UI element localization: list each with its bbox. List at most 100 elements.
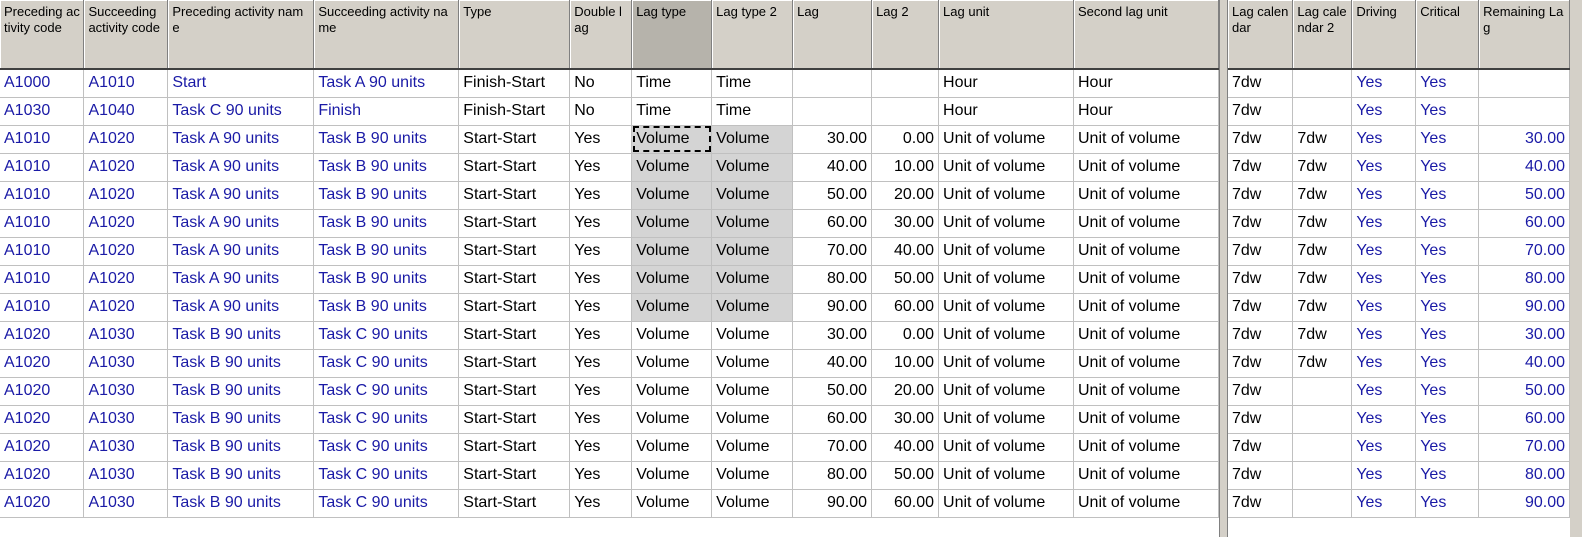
- cell-lag-type[interactable]: Volume: [631, 181, 713, 210]
- cell-double-lag[interactable]: Yes: [569, 293, 633, 322]
- cell-lag-type-2[interactable]: Time: [711, 69, 794, 98]
- table-row[interactable]: A1020 A1030 Task B 90 units Task C 90 units…: [0, 377, 1219, 406]
- cell-type[interactable]: Start-Start: [458, 433, 571, 462]
- cell-critical[interactable]: Yes: [1415, 181, 1480, 210]
- cell-preceding-activity-name[interactable]: Start: [167, 69, 315, 98]
- relationships-grid-right[interactable]: Lag calendar Lag calendar 2 Driving Critica…: [1228, 0, 1570, 537]
- cell-succeeding-activity-code[interactable]: A1020: [83, 237, 169, 266]
- cell-driving[interactable]: Yes: [1351, 97, 1417, 126]
- cell-double-lag[interactable]: Yes: [569, 153, 633, 182]
- cell-critical[interactable]: Yes: [1415, 69, 1480, 98]
- cell-succeeding-activity-name[interactable]: Task B 90 units: [313, 237, 460, 266]
- cell-succeeding-activity-code[interactable]: A1030: [83, 321, 169, 350]
- cell-driving[interactable]: Yes: [1351, 405, 1417, 434]
- cell-lag-2[interactable]: 0.00: [871, 125, 940, 154]
- table-row[interactable]: 7dw Yes Yes 90.00: [1228, 489, 1570, 518]
- table-row[interactable]: 7dw 7dw Yes Yes 80.00: [1228, 265, 1570, 294]
- cell-succeeding-activity-name[interactable]: Task C 90 units: [313, 489, 460, 518]
- cell-lag-2[interactable]: 10.00: [871, 349, 940, 378]
- cell-remaining-lag[interactable]: 60.00: [1478, 405, 1570, 434]
- cell-lag-unit[interactable]: Hour: [938, 69, 1074, 98]
- cell-lag[interactable]: 80.00: [792, 461, 873, 490]
- cell-lag[interactable]: 30.00: [792, 125, 873, 154]
- cell-type[interactable]: Finish-Start: [458, 97, 571, 126]
- cell-succeeding-activity-name[interactable]: Task C 90 units: [313, 405, 460, 434]
- cell-lag-calendar-2[interactable]: [1292, 461, 1353, 490]
- cell-type[interactable]: Start-Start: [458, 125, 571, 154]
- cell-critical[interactable]: Yes: [1415, 489, 1480, 518]
- cell-lag[interactable]: 40.00: [792, 153, 873, 182]
- cell-type[interactable]: Start-Start: [458, 349, 571, 378]
- vertical-scrollbar[interactable]: [1570, 0, 1582, 537]
- cell-lag[interactable]: 60.00: [792, 405, 873, 434]
- cell-lag-type-2[interactable]: Volume: [711, 237, 794, 266]
- cell-driving[interactable]: Yes: [1351, 181, 1417, 210]
- cell-second-lag-unit[interactable]: Unit of volume: [1073, 181, 1219, 210]
- cell-second-lag-unit[interactable]: Unit of volume: [1073, 321, 1219, 350]
- cell-preceding-activity-code[interactable]: A1020: [0, 489, 85, 518]
- cell-succeeding-activity-code[interactable]: A1030: [83, 377, 169, 406]
- cell-preceding-activity-code[interactable]: A1010: [0, 153, 85, 182]
- cell-lag-unit[interactable]: Unit of volume: [938, 405, 1074, 434]
- cell-second-lag-unit[interactable]: Unit of volume: [1073, 237, 1219, 266]
- table-row[interactable]: A1020 A1030 Task B 90 units Task C 90 units…: [0, 461, 1219, 490]
- column-header-lag-type[interactable]: Lag type: [631, 0, 713, 70]
- cell-remaining-lag[interactable]: [1478, 97, 1570, 126]
- cell-lag-calendar-2[interactable]: [1292, 377, 1353, 406]
- cell-succeeding-activity-name[interactable]: Task C 90 units: [313, 461, 460, 490]
- cell-lag[interactable]: [792, 69, 873, 98]
- cell-critical[interactable]: Yes: [1415, 265, 1480, 294]
- cell-lag-type[interactable]: Volume: [631, 265, 713, 294]
- cell-double-lag[interactable]: Yes: [569, 461, 633, 490]
- cell-type[interactable]: Start-Start: [458, 461, 571, 490]
- cell-remaining-lag[interactable]: 30.00: [1478, 125, 1570, 154]
- cell-lag-type-2[interactable]: Volume: [711, 265, 794, 294]
- table-row[interactable]: 7dw 7dw Yes Yes 50.00: [1228, 181, 1570, 210]
- cell-double-lag[interactable]: Yes: [569, 125, 633, 154]
- cell-succeeding-activity-name[interactable]: Task B 90 units: [313, 209, 460, 238]
- cell-lag-2[interactable]: 30.00: [871, 405, 940, 434]
- cell-succeeding-activity-code[interactable]: A1030: [83, 489, 169, 518]
- cell-driving[interactable]: Yes: [1351, 349, 1417, 378]
- cell-lag-calendar-2[interactable]: [1292, 489, 1353, 518]
- table-row[interactable]: A1010 A1020 Task A 90 units Task B 90 units…: [0, 209, 1219, 238]
- cell-succeeding-activity-code[interactable]: A1040: [83, 97, 169, 126]
- column-header-lag-calendar[interactable]: Lag calendar: [1228, 0, 1294, 70]
- cell-remaining-lag[interactable]: 40.00: [1478, 349, 1570, 378]
- cell-succeeding-activity-code[interactable]: A1020: [83, 209, 169, 238]
- cell-lag-calendar[interactable]: 7dw: [1228, 321, 1294, 350]
- cell-lag[interactable]: [792, 97, 873, 126]
- table-row[interactable]: 7dw 7dw Yes Yes 70.00: [1228, 237, 1570, 266]
- cell-critical[interactable]: Yes: [1415, 293, 1480, 322]
- cell-preceding-activity-code[interactable]: A1010: [0, 293, 85, 322]
- cell-lag-type-2[interactable]: Volume: [711, 125, 794, 154]
- cell-remaining-lag[interactable]: 40.00: [1478, 153, 1570, 182]
- cell-remaining-lag[interactable]: 70.00: [1478, 237, 1570, 266]
- cell-succeeding-activity-code[interactable]: A1020: [83, 181, 169, 210]
- cell-double-lag[interactable]: Yes: [569, 181, 633, 210]
- cell-lag-type-2[interactable]: Volume: [711, 461, 794, 490]
- cell-lag-calendar-2[interactable]: 7dw: [1292, 293, 1353, 322]
- cell-remaining-lag[interactable]: 80.00: [1478, 461, 1570, 490]
- cell-lag[interactable]: 90.00: [792, 293, 873, 322]
- cell-second-lag-unit[interactable]: Unit of volume: [1073, 209, 1219, 238]
- table-row[interactable]: 7dw 7dw Yes Yes 40.00: [1228, 153, 1570, 182]
- cell-critical[interactable]: Yes: [1415, 461, 1480, 490]
- cell-succeeding-activity-code[interactable]: A1010: [83, 69, 169, 98]
- cell-succeeding-activity-name[interactable]: Task B 90 units: [313, 153, 460, 182]
- cell-lag-type[interactable]: Volume: [631, 349, 713, 378]
- column-header-driving[interactable]: Driving: [1351, 0, 1417, 70]
- cell-lag-calendar[interactable]: 7dw: [1228, 349, 1294, 378]
- cell-double-lag[interactable]: Yes: [569, 209, 633, 238]
- cell-lag-calendar[interactable]: 7dw: [1228, 237, 1294, 266]
- cell-second-lag-unit[interactable]: Unit of volume: [1073, 125, 1219, 154]
- table-row[interactable]: 7dw 7dw Yes Yes 90.00: [1228, 293, 1570, 322]
- cell-lag-unit[interactable]: Unit of volume: [938, 321, 1074, 350]
- cell-type[interactable]: Start-Start: [458, 489, 571, 518]
- table-row[interactable]: 7dw 7dw Yes Yes 30.00: [1228, 321, 1570, 350]
- cell-double-lag[interactable]: No: [569, 97, 633, 126]
- cell-remaining-lag[interactable]: 90.00: [1478, 489, 1570, 518]
- cell-driving[interactable]: Yes: [1351, 237, 1417, 266]
- pane-splitter[interactable]: [1219, 0, 1228, 537]
- cell-lag-calendar[interactable]: 7dw: [1228, 265, 1294, 294]
